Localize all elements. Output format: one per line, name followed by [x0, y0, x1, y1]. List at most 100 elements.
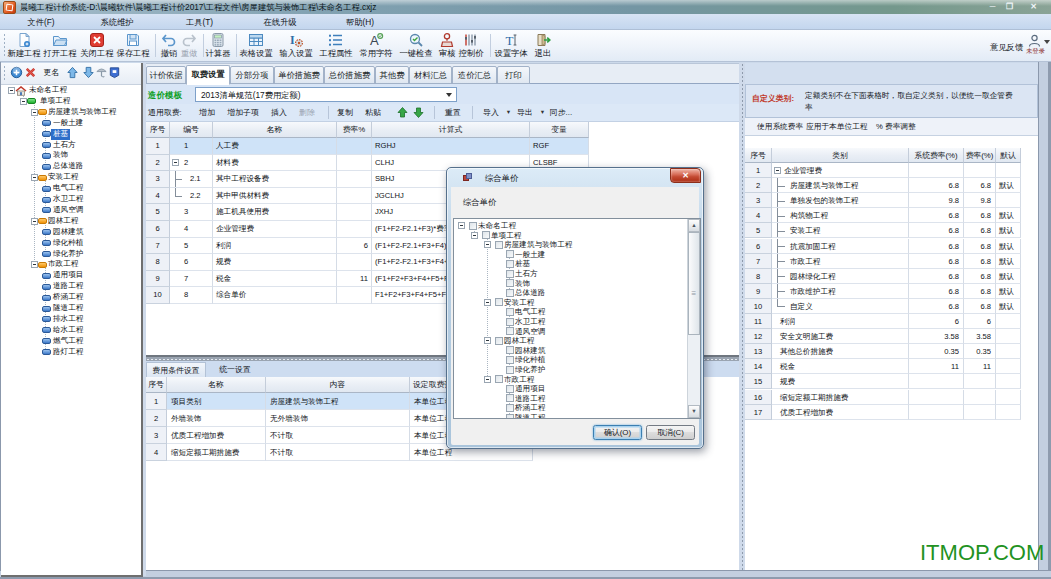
dialog-tree-checkbox[interactable] [506, 414, 514, 420]
tab-费用条件设置[interactable]: 费用条件设置 [146, 362, 206, 377]
menu-item-帮助(H)[interactable]: 帮助(H) [338, 14, 382, 29]
dialog-tree-item-绿化养护[interactable]: 绿化养护 [454, 365, 686, 375]
dialog-tree-item-道路工程[interactable]: 道路工程 [454, 394, 686, 404]
menu-item-在线升级[interactable]: 在线升级 [257, 14, 303, 29]
column-header-序号[interactable]: 序号 [146, 122, 170, 138]
toolbar-button-一键检查[interactable]: 一键检查 [397, 31, 435, 60]
rename-button[interactable]: 更名 [43, 66, 60, 79]
tree-item-总体道路[interactable]: 总体道路 [1, 161, 141, 172]
dialog-tree-expander-icon[interactable] [484, 376, 491, 383]
dialog-tree-checkbox[interactable] [469, 222, 477, 230]
toolbar-button-关闭工程[interactable]: 关闭工程 [78, 31, 116, 60]
dialog-tree-item-土石方[interactable]: 土石方 [454, 269, 686, 279]
dialog-tree-checkbox[interactable] [506, 356, 514, 364]
dialog-button-取消(C)[interactable]: 取消(C) [646, 425, 695, 440]
dialog-tree-item-装饰[interactable]: 装饰 [454, 279, 686, 289]
dialog-scrollbar[interactable]: ▲ ▼ [687, 219, 700, 418]
column-header-名称[interactable]: 名称 [167, 377, 266, 393]
toolbar-button-撤销[interactable]: 撤销 [158, 31, 180, 60]
dialog-tree-checkbox[interactable] [482, 231, 490, 239]
dialog-tree-item-未命名工程[interactable]: 未命名工程 [454, 221, 686, 231]
add-icon[interactable] [10, 66, 23, 79]
tree-item-装饰[interactable]: 装饰 [1, 150, 141, 161]
tree-item-园林建筑[interactable]: 园林建筑 [1, 227, 141, 238]
cell-content[interactable]: 房屋建筑与装饰工程 [266, 393, 410, 410]
locate-icon[interactable] [108, 66, 121, 79]
toolbar-button-退出[interactable]: 退出 [532, 31, 554, 60]
move-down-icon[interactable] [82, 66, 95, 79]
toolbar-button-控制价[interactable]: 控制价 [456, 31, 485, 60]
tree-item-未命名工程[interactable]: 未命名工程 [1, 85, 141, 96]
dialog-tree-item-单项工程[interactable]: 单项工程 [454, 231, 686, 241]
column-header-序号[interactable]: 序号 [146, 377, 167, 393]
row-expander-icon[interactable] [172, 159, 179, 166]
dialog-tree-item-水卫工程[interactable]: 水卫工程 [454, 317, 686, 327]
tree-item-路灯工程[interactable]: 路灯工程 [1, 347, 141, 358]
dialog-tree-checkbox[interactable] [495, 298, 503, 306]
tree-item-市政工程[interactable]: 市政工程 [1, 259, 141, 270]
dialog-title-bar[interactable]: 综合单价 ✕ [447, 168, 703, 187]
dialog-tree-checkbox[interactable] [506, 404, 514, 412]
rate-button-使用系统费率[interactable]: 使用系统费率 [757, 118, 803, 135]
cell-content[interactable]: 无外墙装饰 [266, 410, 410, 427]
dialog-tree-checkbox[interactable] [506, 279, 514, 287]
column-header-名称[interactable]: 名称 [213, 122, 337, 138]
move-up-icon[interactable] [66, 66, 79, 79]
dialog-tree-expander-icon[interactable] [484, 337, 491, 344]
toolbar-button-工程属性[interactable]: 工程属性 [317, 31, 355, 60]
dialog-tree-item-市政工程[interactable]: 市政工程 [454, 375, 686, 385]
dialog-tree-checkbox[interactable] [506, 394, 514, 402]
dialog-tree-item-通用项目[interactable]: 通用项目 [454, 384, 686, 394]
dialog-tree-checkbox[interactable] [506, 270, 514, 278]
dialog-tree-checkbox[interactable] [506, 366, 514, 374]
dialog-tree-checkbox[interactable] [506, 318, 514, 326]
column-header-费率(%)[interactable]: 费率(%) [964, 148, 996, 163]
dialog-tree-checkbox[interactable] [506, 385, 514, 393]
tree-item-一般土建[interactable]: 一般土建 [1, 118, 141, 129]
dialog-tree-checkbox[interactable] [495, 241, 503, 249]
minimize-button[interactable]: ─ [986, 2, 999, 12]
rate-button-应用于本单位工程[interactable]: 应用于本单位工程 [806, 118, 868, 135]
tree-item-道路工程[interactable]: 道路工程 [1, 281, 141, 292]
dialog-tree-checkbox[interactable] [495, 337, 503, 345]
toolbar-button-常用字符[interactable]: A常用字符 [357, 31, 395, 60]
column-header-默认[interactable]: 默认 [996, 148, 1021, 163]
dialog-tree-expander-icon[interactable] [458, 222, 465, 229]
tree-item-桥涵工程[interactable]: 桥涵工程 [1, 292, 141, 303]
user-icon[interactable] [1028, 34, 1041, 47]
tree-expander-icon[interactable] [31, 261, 38, 268]
tree-item-通用项目[interactable]: 通用项目 [1, 270, 141, 281]
column-header-序号[interactable]: 序号 [745, 148, 772, 163]
delete-icon[interactable] [24, 66, 37, 79]
tree-expander-icon[interactable] [31, 218, 38, 225]
tree-item-通风空调[interactable]: 通风空调 [1, 205, 141, 216]
column-header-内容[interactable]: 内容 [266, 377, 410, 393]
tree-item-绿化种植[interactable]: 绿化种植 [1, 238, 141, 249]
tree-item-土石方[interactable]: 土石方 [1, 140, 141, 151]
dialog-tree-item-总体道路[interactable]: 总体道路 [454, 288, 686, 298]
column-header-编号[interactable]: 编号 [170, 122, 213, 138]
dialog-tree-checkbox[interactable] [506, 260, 514, 268]
close-button[interactable]: ✕ [1027, 2, 1040, 12]
menu-item-文件(F)[interactable]: 文件(F) [21, 14, 61, 29]
toolbar-button-新建工程[interactable]: 新建工程 [5, 31, 43, 60]
dialog-tree-checkbox[interactable] [506, 327, 514, 335]
dialog-tree-checkbox[interactable] [506, 250, 514, 258]
dialog-tree-item-园林工程[interactable]: 园林工程 [454, 336, 686, 346]
column-header-计算式[interactable]: 计算式 [372, 122, 530, 138]
tree-item-单项工程[interactable]: 单项工程 [1, 96, 141, 107]
cell-content[interactable]: 不计取 [266, 444, 410, 461]
tree-item-房屋建筑与装饰工程[interactable]: 房屋建筑与装饰工程 [1, 107, 141, 118]
column-header-类别[interactable]: 类别 [772, 148, 909, 163]
dialog-tree-item-安装工程[interactable]: 安装工程 [454, 298, 686, 308]
dialog-tree-item-房屋建筑与装饰工程[interactable]: 房屋建筑与装饰工程 [454, 240, 686, 250]
toolbar-button-重做[interactable]: 重做 [178, 31, 200, 60]
toolbar-button-计算器[interactable]: 计算器 [203, 31, 232, 60]
column-header-系统费率(%)[interactable]: 系统费率(%) [909, 148, 964, 163]
dialog-tree-expander-icon[interactable] [484, 299, 491, 306]
dialog-tree-checkbox[interactable] [506, 346, 514, 354]
dialog-tree-item-隧道工程[interactable]: 隧道工程 [454, 413, 686, 419]
toolbar-button-表格设置[interactable]: 表格设置 [237, 31, 275, 60]
dialog-tree-item-通风空调[interactable]: 通风空调 [454, 327, 686, 337]
tree-item-园林工程[interactable]: 园林工程 [1, 216, 141, 227]
